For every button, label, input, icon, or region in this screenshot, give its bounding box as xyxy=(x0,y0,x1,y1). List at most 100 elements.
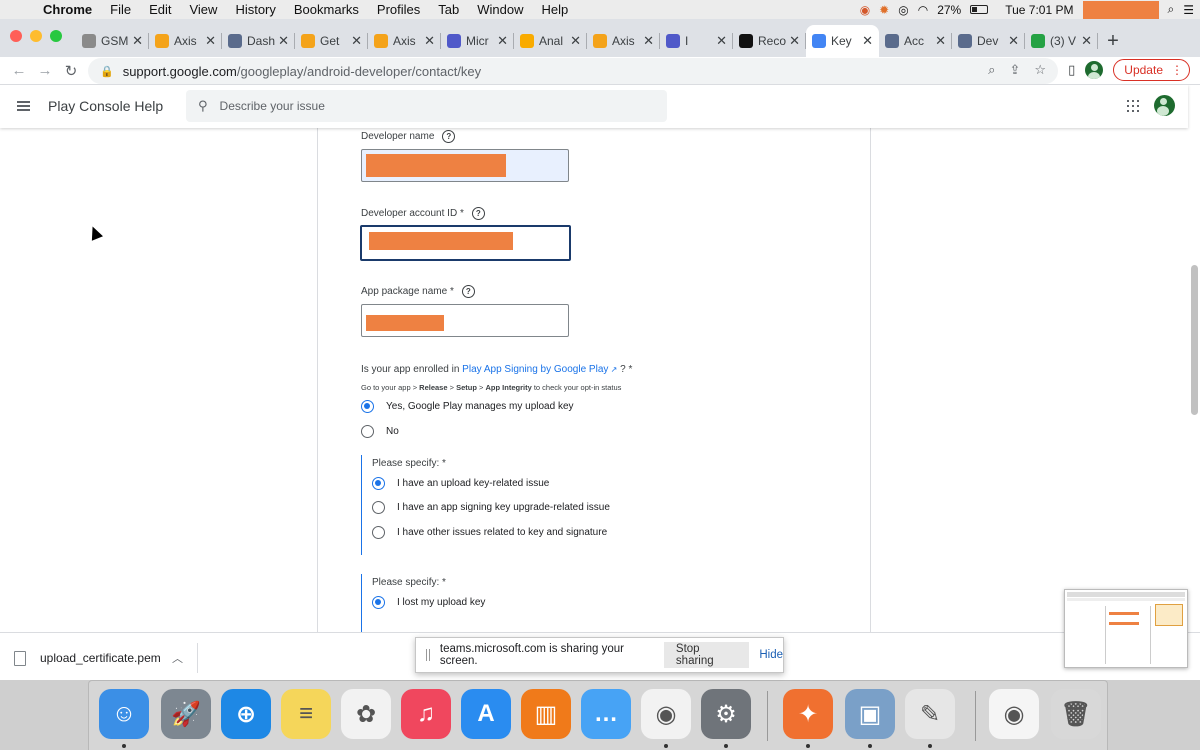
radio-button-checked[interactable] xyxy=(372,596,385,609)
account-avatar[interactable] xyxy=(1154,95,1175,116)
safari-icon[interactable]: ⊕ xyxy=(221,689,271,739)
new-tab-button[interactable]: + xyxy=(1098,25,1128,57)
zoom-icon[interactable]: ⌕ xyxy=(988,62,995,78)
developer-account-id-field[interactable] xyxy=(360,225,571,261)
share-icon[interactable]: ⇪ xyxy=(1009,62,1020,78)
spotlight-icon[interactable]: ⌕ xyxy=(1168,2,1175,17)
close-tab-icon[interactable]: ✕ xyxy=(278,33,289,49)
close-tab-icon[interactable]: ✕ xyxy=(643,33,654,49)
close-window-button[interactable] xyxy=(10,30,22,42)
recording-icon[interactable]: ◎ xyxy=(898,3,908,17)
app-store-icon[interactable]: A xyxy=(461,689,511,739)
radio-other-issues[interactable]: I have other issues related to key and s… xyxy=(372,526,607,539)
app-package-name-field[interactable] xyxy=(361,304,569,337)
hide-button[interactable]: Hide xyxy=(759,649,783,661)
browser-tab[interactable]: Axis ✕ xyxy=(368,25,441,57)
launchpad-icon[interactable]: 🚀 xyxy=(161,689,211,739)
close-tab-icon[interactable]: ✕ xyxy=(935,33,946,49)
battery-percent[interactable]: 27% xyxy=(937,3,961,17)
help-center-title[interactable]: Play Console Help xyxy=(48,98,163,114)
close-tab-icon[interactable]: ✕ xyxy=(1008,33,1019,49)
browser-tab[interactable]: Dash ✕ xyxy=(222,25,295,57)
close-tab-icon[interactable]: ✕ xyxy=(205,33,216,49)
preview-icon[interactable]: ▣ xyxy=(845,689,895,739)
browser-tab[interactable]: GSM ✕ xyxy=(76,25,149,57)
help-search-box[interactable]: ⚲ xyxy=(186,90,667,122)
browser-tab[interactable]: Micr ✕ xyxy=(441,25,514,57)
music-icon[interactable]: ♫ xyxy=(401,689,451,739)
lock-icon[interactable]: 🔒 xyxy=(100,65,114,78)
extension-gear-icon[interactable]: ✹ xyxy=(879,3,889,17)
drag-handle-icon[interactable] xyxy=(426,649,430,661)
browser-tab[interactable]: Dev ✕ xyxy=(952,25,1025,57)
browser-tab[interactable]: I ✕ xyxy=(660,25,733,57)
developer-name-field[interactable] xyxy=(361,149,569,182)
browser-tab[interactable]: Acc ✕ xyxy=(879,25,952,57)
browser-tab[interactable]: Axis ✕ xyxy=(149,25,222,57)
sketchbook-icon[interactable]: ✦ xyxy=(783,689,833,739)
bookmark-star-icon[interactable]: ☆ xyxy=(1034,62,1046,78)
reload-icon[interactable]: ↻ xyxy=(58,62,84,80)
close-tab-icon[interactable]: ✕ xyxy=(789,33,800,49)
forward-arrow-icon[interactable]: → xyxy=(32,62,58,79)
close-tab-icon[interactable]: ✕ xyxy=(862,33,873,49)
chrome-icon[interactable]: ◉ xyxy=(641,689,691,739)
teams-status-icon[interactable]: ◉ xyxy=(860,3,870,17)
menu-edit[interactable]: Edit xyxy=(140,2,180,17)
browser-tab[interactable]: Key ✕ xyxy=(806,25,879,57)
browser-tab[interactable]: Anal ✕ xyxy=(514,25,587,57)
menu-bookmarks[interactable]: Bookmarks xyxy=(285,2,368,17)
battery-icon[interactable] xyxy=(970,5,989,14)
screen-share-preview[interactable] xyxy=(1064,589,1188,668)
finder-icon[interactable]: ☺ xyxy=(99,689,149,739)
stop-sharing-button[interactable]: Stop sharing xyxy=(663,642,750,668)
radio-button-checked[interactable] xyxy=(361,400,374,413)
menu-view[interactable]: View xyxy=(180,2,226,17)
profile-avatar[interactable] xyxy=(1085,61,1104,79)
back-arrow-icon[interactable]: ← xyxy=(6,62,32,79)
help-question-icon[interactable]: ? xyxy=(471,207,485,220)
zoom-window-button[interactable] xyxy=(50,30,62,42)
clock[interactable]: Tue 7:01 PM xyxy=(1005,3,1073,17)
close-tab-icon[interactable]: ✕ xyxy=(424,33,435,49)
side-panel-icon[interactable]: ▯ xyxy=(1068,62,1075,78)
radio-upload-key-issue[interactable]: I have an upload key-related issue xyxy=(372,477,549,490)
play-app-signing-link[interactable]: Play App Signing by Google Play xyxy=(462,364,608,375)
help-search-input[interactable] xyxy=(219,99,620,113)
google-apps-icon[interactable] xyxy=(1127,100,1139,112)
chrome-window-thumb-icon[interactable]: ◉ xyxy=(989,689,1039,739)
minimize-window-button[interactable] xyxy=(30,30,42,42)
help-question-icon[interactable]: ? xyxy=(461,285,475,298)
menu-window[interactable]: Window xyxy=(468,2,532,17)
browser-tab[interactable]: Reco ✕ xyxy=(733,25,806,57)
menu-app-name[interactable]: Chrome xyxy=(34,2,101,17)
photos-icon[interactable]: ✿ xyxy=(341,689,391,739)
address-bar[interactable]: 🔒 support.google.com/googleplay/android-… xyxy=(88,58,1058,84)
chevron-up-icon[interactable]: ︿ xyxy=(172,650,183,666)
trash-icon[interactable]: 🗑 xyxy=(1051,689,1101,739)
radio-yes-managed[interactable]: Yes, Google Play manages my upload key xyxy=(361,400,574,413)
menu-help[interactable]: Help xyxy=(533,2,578,17)
menu-history[interactable]: History xyxy=(226,2,284,17)
radio-signing-key-upgrade[interactable]: I have an app signing key upgrade-relate… xyxy=(372,501,610,514)
download-item[interactable]: upload_certificate.pem ︿ xyxy=(14,643,198,673)
browser-tab[interactable]: Axis ✕ xyxy=(587,25,660,57)
radio-lost-upload-key[interactable]: I lost my upload key xyxy=(372,596,485,609)
menu-file[interactable]: File xyxy=(101,2,140,17)
close-tab-icon[interactable]: ✕ xyxy=(716,33,727,49)
radio-button[interactable] xyxy=(361,425,374,438)
menu-profiles[interactable]: Profiles xyxy=(368,2,429,17)
control-center-icon[interactable]: ☰ xyxy=(1183,3,1194,17)
wifi-icon[interactable]: ◠ xyxy=(918,3,928,17)
close-tab-icon[interactable]: ✕ xyxy=(132,33,143,49)
notes-icon[interactable]: ≡ xyxy=(281,689,331,739)
radio-button[interactable] xyxy=(372,501,385,514)
browser-tab[interactable]: Get ✕ xyxy=(295,25,368,57)
page-scrollbar[interactable] xyxy=(1191,265,1198,415)
close-tab-icon[interactable]: ✕ xyxy=(497,33,508,49)
help-question-icon[interactable]: ? xyxy=(442,130,456,143)
books-icon[interactable]: ▥ xyxy=(521,689,571,739)
radio-no[interactable]: No xyxy=(361,425,399,438)
hamburger-menu-icon[interactable] xyxy=(17,101,30,111)
close-tab-icon[interactable]: ✕ xyxy=(1081,33,1092,49)
